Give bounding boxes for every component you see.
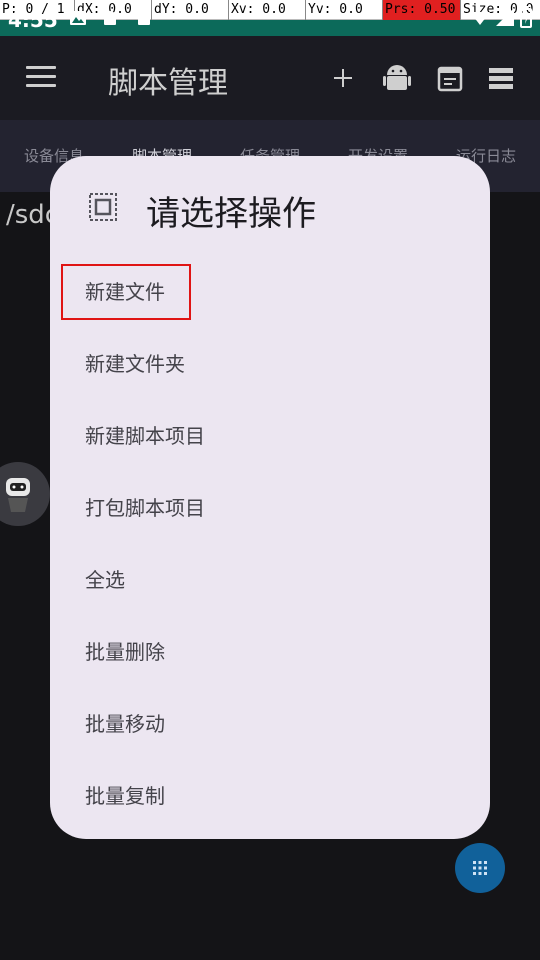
option-batch-move[interactable]: 批量移动 <box>50 688 490 760</box>
dialog-title: 请选择操作 <box>146 194 316 234</box>
selection-highlight-box <box>61 264 191 320</box>
action-dialog: 请选择操作 新建文件 新建文件夹 新建脚本项目 打包脚本项目 全选 批量删除 批… <box>50 156 490 839</box>
option-new-script-project[interactable]: 新建脚本项目 <box>50 400 490 472</box>
select-all-icon <box>88 192 118 222</box>
option-batch-delete[interactable]: 批量删除 <box>50 616 490 688</box>
option-pack-script-project[interactable]: 打包脚本项目 <box>50 472 490 544</box>
option-batch-copy[interactable]: 批量复制 <box>50 760 490 832</box>
dialog-options: 新建文件 新建文件夹 新建脚本项目 打包脚本项目 全选 批量删除 批量移动 批量… <box>50 256 490 832</box>
option-new-folder[interactable]: 新建文件夹 <box>50 328 490 400</box>
option-select-all[interactable]: 全选 <box>50 544 490 616</box>
